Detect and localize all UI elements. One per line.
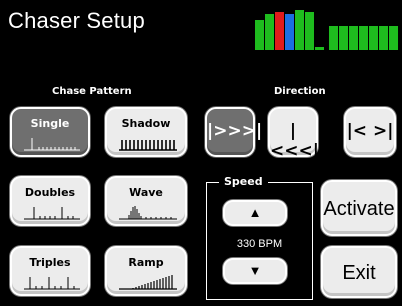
forward-icon: |>>>| bbox=[207, 121, 263, 141]
speed-label: Speed bbox=[219, 175, 268, 188]
pattern-ramp-button[interactable]: Ramp bbox=[105, 246, 187, 296]
exit-label: Exit bbox=[342, 262, 376, 284]
speed-down-button[interactable]: ▼ bbox=[223, 258, 287, 284]
pattern-label: Wave bbox=[129, 186, 163, 199]
pattern-label: Single bbox=[30, 117, 70, 130]
level-bar bbox=[349, 26, 358, 50]
pattern-single-button[interactable]: Single bbox=[10, 107, 90, 157]
pattern-label: Shadow bbox=[121, 117, 171, 130]
pattern-triples-button[interactable]: Triples bbox=[10, 246, 90, 296]
chase-pattern-label: Chase Pattern bbox=[52, 86, 132, 97]
level-bar bbox=[379, 26, 388, 50]
level-bar bbox=[265, 14, 274, 50]
pattern-wave-button[interactable]: Wave bbox=[105, 176, 187, 226]
level-bar bbox=[369, 26, 378, 50]
shadow-pattern-icon bbox=[119, 140, 177, 151]
pattern-shadow-button[interactable]: Shadow bbox=[105, 107, 187, 157]
up-arrow-icon: ▲ bbox=[248, 205, 262, 220]
direction-bounce-button[interactable]: |< >| bbox=[344, 107, 396, 157]
page-title: Chaser Setup bbox=[8, 8, 145, 33]
direction-forward-button[interactable]: |>>>| bbox=[205, 107, 263, 157]
speed-up-button[interactable]: ▲ bbox=[223, 200, 287, 226]
level-meter bbox=[255, 10, 398, 50]
exit-button[interactable]: Exit bbox=[321, 246, 397, 298]
single-pattern-icon bbox=[24, 138, 80, 151]
level-bar bbox=[285, 14, 294, 50]
ramp-pattern-icon bbox=[119, 275, 177, 290]
pattern-doubles-button[interactable]: Doubles bbox=[10, 176, 90, 226]
level-bar bbox=[295, 10, 304, 50]
bounce-icon: |< >| bbox=[346, 121, 394, 141]
level-bar bbox=[305, 12, 314, 50]
level-bar bbox=[329, 26, 338, 50]
direction-reverse-button[interactable]: |<<<| bbox=[268, 107, 319, 161]
speed-value: 330 BPM bbox=[236, 238, 283, 250]
level-bar bbox=[275, 12, 284, 50]
doubles-pattern-icon bbox=[24, 207, 80, 220]
pattern-label: Doubles bbox=[24, 186, 76, 199]
pattern-label: Ramp bbox=[128, 256, 164, 269]
level-bar bbox=[255, 20, 264, 50]
level-bar bbox=[359, 26, 368, 50]
wave-pattern-icon bbox=[119, 206, 177, 220]
activate-button[interactable]: Activate bbox=[321, 180, 397, 236]
activate-label: Activate bbox=[323, 198, 395, 220]
triples-pattern-icon bbox=[24, 277, 80, 290]
direction-label: Direction bbox=[274, 86, 326, 97]
level-bar bbox=[315, 47, 324, 50]
reverse-icon: |<<<| bbox=[270, 121, 319, 161]
down-arrow-icon: ▼ bbox=[248, 263, 262, 278]
pattern-label: Triples bbox=[29, 256, 71, 269]
level-bar bbox=[339, 26, 348, 50]
level-bar bbox=[389, 26, 398, 50]
